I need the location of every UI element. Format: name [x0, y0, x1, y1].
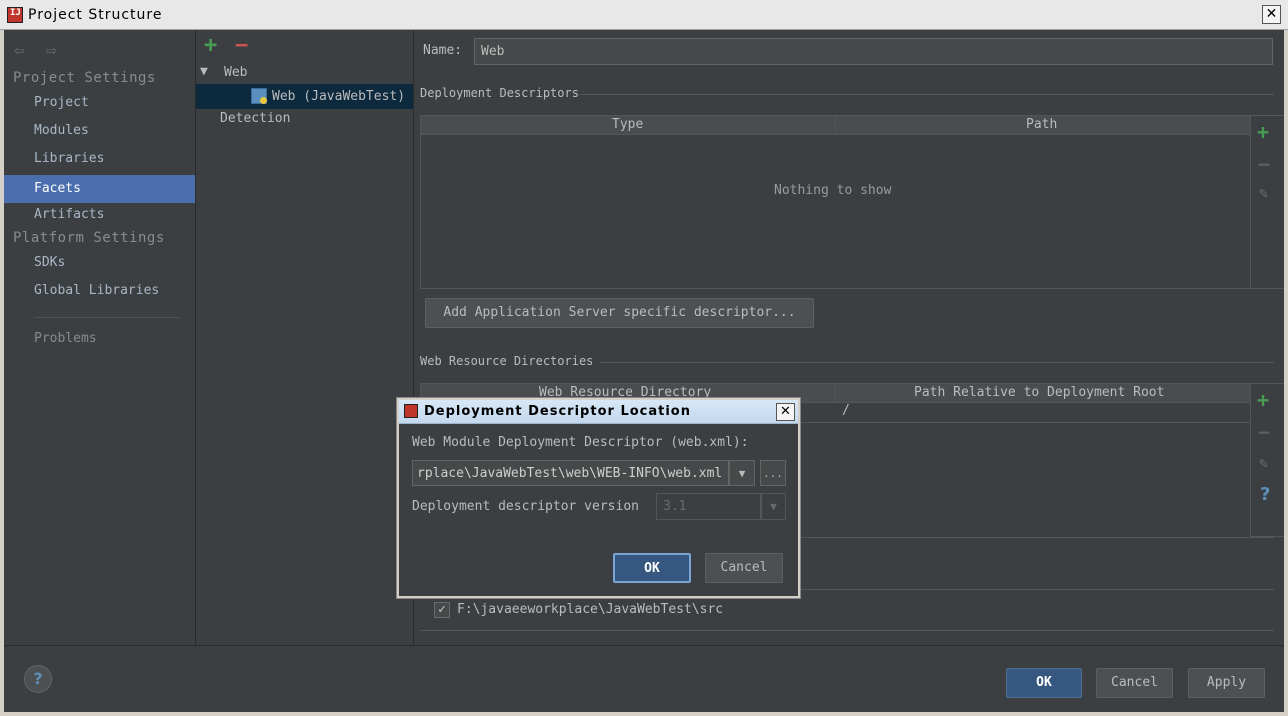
apply-button[interactable]: Apply	[1188, 668, 1265, 698]
name-label: Name:	[423, 43, 463, 58]
tree-expand-icon[interactable]: ▼	[200, 64, 208, 79]
nav-item-global-libraries[interactable]: Global Libraries	[4, 277, 195, 305]
window-close-icon[interactable]: ✕	[1262, 5, 1281, 24]
column-header-path-relative[interactable]: Path Relative to Deployment Root	[914, 385, 1164, 400]
deployment-descriptors-title: Deployment Descriptors	[420, 86, 1274, 100]
help-question-icon[interactable]: ?	[1260, 484, 1270, 505]
dialog-close-icon[interactable]: ✕	[776, 403, 795, 421]
web-resource-toolbar: + − ✎ ?	[1250, 383, 1284, 537]
remove-descriptor-minus-icon[interactable]: −	[1258, 152, 1270, 176]
add-facet-plus-icon[interactable]: +	[204, 33, 217, 58]
nav-item-artifacts[interactable]: Artifacts	[4, 201, 195, 229]
nav-divider	[34, 317, 180, 318]
web-facet-icon	[251, 88, 267, 104]
web-resource-directories-title: Web Resource Directories	[420, 354, 1274, 368]
intellij-app-icon	[404, 404, 418, 418]
left-navigation-pane: ⇦ ⇨ Project Settings Project Modules Lib…	[4, 30, 195, 645]
dialog-title: Deployment Descriptor Location	[424, 404, 691, 419]
window-title: Project Structure	[28, 7, 163, 23]
nav-item-problems[interactable]: Problems	[4, 325, 195, 353]
back-arrow-icon[interactable]: ⇦	[14, 40, 25, 61]
column-header-path[interactable]: Path	[1026, 117, 1057, 132]
descriptor-toolbar: + − ✎	[1250, 115, 1284, 289]
nav-item-project[interactable]: Project	[4, 89, 195, 117]
tree-node-web-javawebtest[interactable]: Web (JavaWebTest)	[272, 89, 405, 104]
descriptor-version-label: Deployment descriptor version	[412, 499, 639, 514]
path-dropdown-chevron-icon[interactable]: ▼	[729, 460, 755, 486]
nav-item-libraries[interactable]: Libraries	[4, 145, 195, 173]
remove-facet-minus-icon[interactable]: −	[235, 33, 248, 58]
project-settings-header: Project Settings	[13, 70, 156, 86]
bottom-button-bar	[4, 645, 1284, 712]
deployment-descriptors-label: Deployment Descriptors	[420, 86, 579, 100]
column-header-type[interactable]: Type	[612, 117, 643, 132]
name-input[interactable]: Web	[474, 38, 1273, 65]
browse-button[interactable]: ...	[760, 460, 786, 486]
window-title-bar: Project Structure ✕	[0, 0, 1288, 30]
ok-button[interactable]: OK	[1006, 668, 1082, 698]
cancel-button[interactable]: Cancel	[1096, 668, 1173, 698]
add-server-descriptor-button[interactable]: Add Application Server specific descript…	[425, 298, 814, 328]
help-button[interactable]: ?	[24, 665, 52, 693]
tree-node-detection[interactable]: Detection	[220, 111, 290, 126]
module-descriptor-label: Web Module Deployment Descriptor (web.xm…	[412, 435, 749, 450]
facet-tree-pane: + − ▼ Web Web (JavaWebTest) Detection	[196, 30, 413, 645]
remove-resource-minus-icon[interactable]: −	[1258, 420, 1270, 444]
descriptor-path-input[interactable]: rplace\JavaWebTest\web\WEB-INFO\web.xml	[412, 460, 729, 486]
web-resource-directories-label: Web Resource Directories	[420, 354, 594, 368]
deployment-descriptors-table[interactable]: Type Path Nothing to show	[420, 115, 1251, 289]
intellij-app-icon	[7, 7, 23, 23]
forward-arrow-icon[interactable]: ⇨	[46, 40, 57, 61]
dialog-cancel-button[interactable]: Cancel	[705, 553, 783, 583]
tree-node-web[interactable]: Web	[224, 65, 247, 80]
platform-settings-header: Platform Settings	[13, 230, 165, 246]
nav-item-facets[interactable]: Facets	[4, 175, 195, 203]
section-divider	[420, 630, 1274, 631]
source-root-checkbox[interactable]: ✓	[434, 602, 450, 618]
edit-resource-pencil-icon[interactable]: ✎	[1259, 454, 1268, 472]
descriptor-version-select[interactable]: 3.1	[656, 493, 761, 520]
dialog-ok-button[interactable]: OK	[613, 553, 691, 583]
table-row-path[interactable]: /	[842, 403, 850, 418]
nav-item-sdks[interactable]: SDKs	[4, 249, 195, 277]
nav-item-modules[interactable]: Modules	[4, 117, 195, 145]
table-header: Type Path	[421, 116, 1250, 135]
source-root-path: F:\javaeeworkplace\JavaWebTest\src	[457, 602, 724, 617]
deployment-descriptor-location-dialog: Deployment Descriptor Location ✕ Web Mod…	[397, 398, 800, 598]
add-descriptor-plus-icon[interactable]: +	[1257, 120, 1269, 144]
dialog-title-bar: Deployment Descriptor Location ✕	[399, 400, 798, 424]
edit-descriptor-pencil-icon[interactable]: ✎	[1259, 184, 1268, 202]
version-dropdown-chevron-icon[interactable]: ▼	[761, 493, 786, 520]
add-resource-plus-icon[interactable]: +	[1257, 388, 1269, 412]
empty-table-text: Nothing to show	[774, 183, 892, 198]
